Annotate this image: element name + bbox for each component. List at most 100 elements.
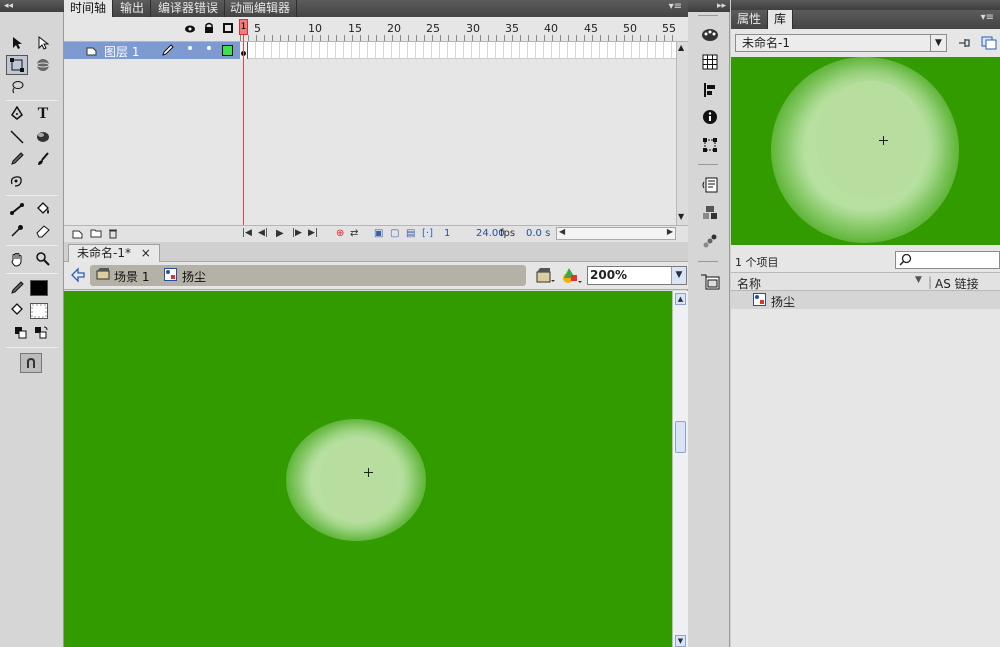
- last-frame-icon[interactable]: ▶|: [308, 228, 318, 238]
- components-panel-icon[interactable]: [700, 203, 720, 223]
- visibility-dot[interactable]: [188, 46, 192, 50]
- text-icon[interactable]: T: [32, 104, 54, 124]
- stroke-color-icon[interactable]: [6, 278, 28, 298]
- scroll-up-icon[interactable]: ▲: [675, 293, 686, 305]
- chevron-down-icon[interactable]: ▼: [671, 267, 686, 284]
- list-item[interactable]: 扬尘: [731, 291, 1000, 309]
- swap-colors-icon[interactable]: [30, 323, 52, 343]
- line-icon[interactable]: [6, 127, 28, 147]
- edit-symbols-icon[interactable]: [561, 266, 583, 289]
- tab-properties[interactable]: 属性: [731, 10, 769, 29]
- column-name[interactable]: 名称: [737, 275, 761, 292]
- onion-skin-icon[interactable]: ▣: [374, 228, 383, 239]
- sort-icon[interactable]: ▼: [915, 275, 922, 285]
- color-panel-icon[interactable]: [700, 25, 720, 45]
- deco-icon[interactable]: [6, 171, 28, 191]
- loop-icon[interactable]: ⇄: [350, 228, 358, 239]
- outline-color-swatch[interactable]: [222, 45, 233, 56]
- back-arrow-icon[interactable]: [70, 267, 86, 286]
- outline-all-icon[interactable]: [223, 23, 233, 33]
- paint-bucket-icon[interactable]: [32, 199, 54, 219]
- library-document-select[interactable]: 未命名-1 ▼: [735, 34, 947, 52]
- step-forward-icon[interactable]: |▶: [292, 228, 302, 238]
- new-layer-icon[interactable]: [72, 228, 83, 242]
- show-hide-all-icon[interactable]: [184, 23, 196, 37]
- layer-name[interactable]: 图层 1: [104, 43, 139, 60]
- timeline-horizontal-scrollbar[interactable]: ◀ ▶: [556, 227, 676, 240]
- subselection-icon[interactable]: [32, 33, 54, 53]
- panel-menu-icon[interactable]: ▾≡: [669, 1, 682, 12]
- panel-grip[interactable]: [731, 0, 1000, 10]
- free-transform-icon[interactable]: [6, 55, 28, 75]
- scroll-down-icon[interactable]: ▼: [675, 635, 686, 647]
- swatches-panel-icon[interactable]: [700, 52, 720, 72]
- edit-multiple-frames-icon[interactable]: ▤: [406, 228, 415, 239]
- breadcrumb-symbol[interactable]: 扬尘: [182, 268, 206, 285]
- scroll-down-icon[interactable]: ▼: [678, 212, 684, 221]
- info-panel-icon[interactable]: [700, 107, 720, 127]
- panel-menu-icon[interactable]: ▾≡: [981, 12, 994, 23]
- playhead[interactable]: 1: [239, 19, 248, 35]
- lock-all-icon[interactable]: [204, 22, 214, 37]
- brush-icon[interactable]: [32, 149, 54, 169]
- tab-output[interactable]: 输出: [114, 0, 152, 17]
- eyedropper-icon[interactable]: [6, 221, 28, 241]
- fill-color-swatch[interactable]: [30, 303, 48, 319]
- stage-vertical-scrollbar[interactable]: ▲ ▼: [672, 291, 688, 647]
- breadcrumb-scene[interactable]: 场景 1: [114, 268, 149, 285]
- hand-icon[interactable]: [6, 249, 28, 269]
- current-frame-readout[interactable]: 1: [444, 228, 450, 239]
- actions-panel-icon[interactable]: [700, 175, 720, 195]
- library-panel-icon[interactable]: [700, 272, 720, 292]
- pin-library-icon[interactable]: [957, 36, 971, 53]
- scroll-thumb[interactable]: [675, 421, 686, 453]
- selection-icon[interactable]: [6, 33, 28, 53]
- close-icon[interactable]: ×: [141, 246, 151, 260]
- center-frame-icon[interactable]: ⊕: [336, 228, 344, 239]
- delete-layer-icon[interactable]: [108, 228, 118, 242]
- motion-presets-icon[interactable]: [700, 231, 720, 251]
- lock-dot[interactable]: [207, 46, 211, 50]
- pen-icon[interactable]: [6, 104, 28, 124]
- tab-library[interactable]: 库: [768, 10, 794, 29]
- tab-compiler-errors[interactable]: 编译器错误: [152, 0, 226, 17]
- tab-timeline[interactable]: 时间轴: [64, 0, 114, 17]
- modify-markers-icon[interactable]: [·]: [422, 228, 433, 239]
- scroll-right-icon[interactable]: ▶: [667, 227, 673, 236]
- keyframe-cell[interactable]: [240, 42, 248, 59]
- elapsed-time[interactable]: 0.0 s: [526, 228, 550, 239]
- layer-row[interactable]: 图层 1: [64, 42, 240, 59]
- eraser-icon[interactable]: [32, 221, 54, 241]
- column-as-linkage[interactable]: AS 链接: [935, 275, 979, 292]
- black-white-icon[interactable]: [10, 323, 32, 343]
- scroll-left-icon[interactable]: ◀: [559, 227, 565, 236]
- edit-scene-icon[interactable]: [536, 267, 556, 288]
- panel-grip[interactable]: ◂◂: [0, 0, 64, 12]
- tab-motion-editor[interactable]: 动画编辑器: [224, 0, 298, 17]
- snap-to-objects-icon[interactable]: [20, 353, 42, 373]
- play-icon[interactable]: ▶: [276, 228, 284, 239]
- stroke-color-swatch[interactable]: [30, 280, 48, 296]
- new-folder-icon[interactable]: [90, 228, 102, 241]
- lasso-icon[interactable]: [6, 77, 28, 97]
- oval-icon[interactable]: [32, 127, 54, 147]
- align-panel-icon[interactable]: [700, 80, 720, 100]
- document-tab[interactable]: 未命名-1* ×: [68, 244, 160, 262]
- first-frame-icon[interactable]: |◀: [242, 228, 252, 238]
- timeline-vertical-scrollbar[interactable]: ▲ ▼: [676, 42, 688, 225]
- library-search-input[interactable]: [895, 251, 1000, 269]
- zoom-icon[interactable]: [32, 249, 54, 269]
- transform-panel-icon[interactable]: [700, 135, 720, 155]
- 3d-rotation-icon[interactable]: [32, 55, 54, 75]
- stage[interactable]: [64, 291, 672, 647]
- bone-icon[interactable]: [6, 199, 28, 219]
- chevron-down-icon[interactable]: ▼: [930, 35, 946, 51]
- step-back-icon[interactable]: ◀|: [258, 228, 268, 238]
- zoom-select[interactable]: 200% ▼: [587, 266, 687, 285]
- scroll-up-icon[interactable]: ▲: [678, 43, 684, 52]
- fill-color-icon[interactable]: [6, 300, 28, 320]
- panel-grip[interactable]: ▸▸: [688, 0, 730, 12]
- onion-skin-outlines-icon[interactable]: ▢: [390, 228, 399, 239]
- pencil-icon[interactable]: [6, 149, 28, 169]
- frames-area[interactable]: [240, 42, 676, 59]
